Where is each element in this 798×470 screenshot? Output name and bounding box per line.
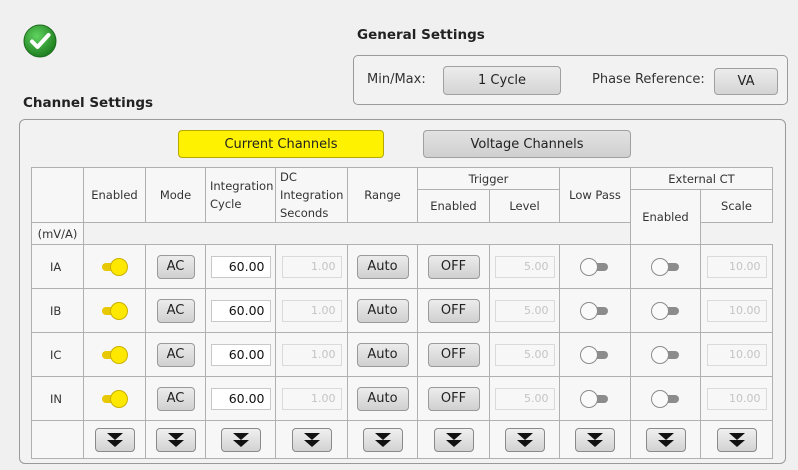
ext-scale-input: 10.00 xyxy=(706,343,767,366)
row-header-blank xyxy=(31,167,84,223)
header-external-ct: External CT xyxy=(630,167,773,190)
header-ext-scale: Scale xyxy=(700,189,773,223)
enabled-toggle[interactable] xyxy=(100,257,130,276)
integration-cycle-input[interactable]: 60.00 xyxy=(210,343,271,366)
integration-cycle-input[interactable]: 60.00 xyxy=(210,255,271,278)
ext-scale-input: 10.00 xyxy=(706,387,767,410)
table-row: IB AC 60.00 1.00 Auto OFF 5.00 10.00 xyxy=(31,288,773,333)
double-chevron-down-icon xyxy=(232,432,249,447)
fill-down-mode-button[interactable] xyxy=(155,427,196,452)
channel-name: IN xyxy=(31,376,84,421)
ext-ct-enabled-toggle[interactable] xyxy=(650,345,681,364)
fill-down-integration-cycle-button[interactable] xyxy=(220,427,261,452)
minmax-button[interactable]: 1 Cycle xyxy=(443,66,561,95)
mode-button[interactable]: AC xyxy=(156,386,195,411)
header-mode: Mode xyxy=(145,167,206,223)
trigger-enabled-button[interactable]: OFF xyxy=(427,298,480,323)
general-settings-title: General Settings xyxy=(357,27,485,43)
double-chevron-down-icon xyxy=(303,432,320,447)
fill-down-range-button[interactable] xyxy=(362,427,403,452)
low-pass-toggle[interactable] xyxy=(580,389,610,408)
mode-button[interactable]: AC xyxy=(156,342,195,367)
range-button[interactable]: Auto xyxy=(356,298,409,323)
tab-voltage-channels[interactable]: Voltage Channels xyxy=(423,130,631,158)
ext-scale-input: 10.00 xyxy=(706,299,767,322)
double-chevron-down-icon xyxy=(657,432,674,447)
header-enabled: Enabled xyxy=(83,167,146,223)
ext-ct-enabled-toggle[interactable] xyxy=(650,389,681,408)
header-trigger: Trigger xyxy=(417,167,560,190)
mode-button[interactable]: AC xyxy=(156,298,195,323)
double-chevron-down-icon xyxy=(374,432,391,447)
channel-name: IB xyxy=(31,288,84,333)
header-trigger-level: Level xyxy=(489,189,560,223)
low-pass-toggle[interactable] xyxy=(580,257,610,276)
enabled-toggle[interactable] xyxy=(100,345,130,364)
channel-name: IC xyxy=(31,332,84,377)
double-chevron-down-icon xyxy=(516,432,533,447)
fill-down-ext-scale-button[interactable] xyxy=(716,427,757,452)
double-chevron-down-icon xyxy=(587,432,603,447)
ext-scale-input: 10.00 xyxy=(706,255,767,278)
header-ext-scale-unit: (mV/A) xyxy=(31,222,84,245)
ext-ct-enabled-toggle[interactable] xyxy=(650,257,681,276)
phase-reference-label: Phase Reference: xyxy=(592,72,705,87)
double-chevron-down-icon xyxy=(106,432,123,447)
low-pass-toggle[interactable] xyxy=(580,345,610,364)
dc-seconds-input: 1.00 xyxy=(281,299,342,322)
header-range: Range xyxy=(347,167,418,223)
double-chevron-down-icon xyxy=(728,432,745,447)
enabled-toggle[interactable] xyxy=(100,389,130,408)
header-ext-enabled: Enabled xyxy=(630,189,701,245)
channel-table: Enabled Mode Integration Cycle DC Integr… xyxy=(31,167,773,459)
trigger-enabled-button[interactable]: OFF xyxy=(427,342,480,367)
channel-settings-title: Channel Settings xyxy=(23,95,154,111)
minmax-label: Min/Max: xyxy=(367,72,426,87)
table-row: IC AC 60.00 1.00 Auto OFF 5.00 10.00 xyxy=(31,332,773,377)
dc-seconds-input: 1.00 xyxy=(281,255,342,278)
dc-seconds-input: 1.00 xyxy=(281,343,342,366)
table-row: IN AC 60.00 1.00 Auto OFF 5.00 10.00 xyxy=(31,376,773,421)
enabled-toggle[interactable] xyxy=(100,301,130,320)
header-dc-integration-seconds: DC Integration Seconds xyxy=(275,167,348,223)
ext-ct-enabled-toggle[interactable] xyxy=(650,301,681,320)
header-integration-cycle: Integration Cycle xyxy=(205,167,276,223)
tab-current-channels[interactable]: Current Channels xyxy=(178,130,384,158)
phase-reference-button[interactable]: VA xyxy=(714,68,778,95)
mode-button[interactable]: AC xyxy=(156,254,195,279)
trigger-level-input: 5.00 xyxy=(494,343,555,366)
range-button[interactable]: Auto xyxy=(356,342,409,367)
fill-down-trigger-enabled-button[interactable] xyxy=(433,427,474,452)
trigger-level-input: 5.00 xyxy=(494,387,555,410)
range-button[interactable]: Auto xyxy=(356,386,409,411)
integration-cycle-input[interactable]: 60.00 xyxy=(210,387,271,410)
low-pass-toggle[interactable] xyxy=(580,301,610,320)
check-circle-icon xyxy=(23,24,57,58)
table-row: IA AC 60.00 1.00 Auto OFF 5.00 10.00 xyxy=(31,244,773,289)
dc-seconds-input: 1.00 xyxy=(281,387,342,410)
trigger-enabled-button[interactable]: OFF xyxy=(427,386,480,411)
header-low-pass: Low Pass xyxy=(559,167,631,223)
double-chevron-down-icon xyxy=(445,432,462,447)
fill-down-dc-seconds-button[interactable] xyxy=(291,427,332,452)
range-button[interactable]: Auto xyxy=(356,254,409,279)
trigger-level-input: 5.00 xyxy=(494,255,555,278)
double-chevron-down-icon xyxy=(167,432,184,447)
trigger-enabled-button[interactable]: OFF xyxy=(427,254,480,279)
general-settings-panel: Min/Max: 1 Cycle Phase Reference: VA xyxy=(353,55,788,105)
channel-name: IA xyxy=(31,244,84,289)
fill-down-enabled-button[interactable] xyxy=(94,427,135,452)
trigger-level-input: 5.00 xyxy=(494,299,555,322)
integration-cycle-input[interactable]: 60.00 xyxy=(210,299,271,322)
fill-down-ext-enabled-button[interactable] xyxy=(645,427,686,452)
fill-down-trigger-level-button[interactable] xyxy=(504,427,545,452)
fill-down-row xyxy=(31,420,773,459)
fill-down-low-pass-button[interactable] xyxy=(575,427,615,452)
header-trigger-enabled: Enabled xyxy=(417,189,490,223)
fill-down-blank xyxy=(31,420,84,459)
